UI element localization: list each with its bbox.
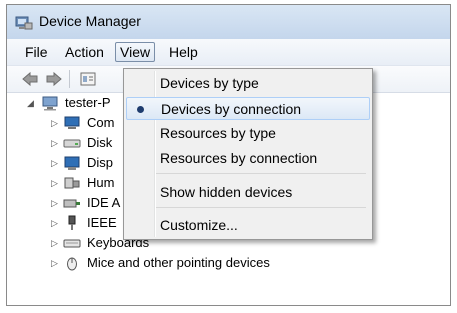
hid-icon [64, 177, 80, 189]
device-manager-window: Device Manager File Action View Help ◢ t… [6, 4, 451, 306]
menu-help[interactable]: Help [165, 43, 202, 61]
collapse-arrow-icon[interactable]: ◢ [27, 93, 34, 113]
title-bar[interactable]: Device Manager [7, 5, 450, 39]
properties-icon[interactable] [79, 70, 97, 88]
expand-arrow-icon[interactable]: ▷ [51, 113, 58, 133]
ide-controller-icon [63, 199, 80, 208]
menu-separator [156, 207, 366, 208]
disk-drive-icon [63, 139, 81, 148]
menu-resources-by-connection[interactable]: Resources by connection [126, 147, 370, 170]
menu-bar: File Action View Help [7, 39, 450, 66]
keyboard-icon [63, 239, 81, 248]
expand-arrow-icon[interactable]: ▷ [51, 133, 58, 153]
window-title: Device Manager [39, 13, 141, 29]
expand-arrow-icon[interactable]: ▷ [51, 213, 58, 233]
computer-icon [42, 96, 58, 111]
computer-icon [64, 116, 80, 129]
toolbar-separator [69, 70, 70, 88]
back-arrow-icon[interactable] [21, 70, 39, 88]
menu-file[interactable]: File [21, 43, 52, 61]
expand-arrow-icon[interactable]: ▷ [51, 153, 58, 173]
radio-selected-icon [137, 106, 144, 113]
tree-root-label: tester-P [65, 95, 111, 110]
expand-arrow-icon[interactable]: ▷ [51, 193, 58, 213]
ieee-1394-icon [68, 215, 76, 230]
forward-arrow-icon[interactable] [45, 70, 63, 88]
expand-arrow-icon[interactable]: ▷ [51, 173, 58, 193]
menu-devices-by-type[interactable]: Devices by type [126, 72, 370, 95]
menu-resources-by-type[interactable]: Resources by type [126, 122, 370, 145]
view-menu-dropdown: Devices by type Devices by connection Re… [123, 68, 373, 240]
menu-devices-by-connection[interactable]: Devices by connection [126, 97, 370, 120]
expand-arrow-icon[interactable]: ▷ [51, 253, 58, 273]
menu-show-hidden-devices[interactable]: Show hidden devices [126, 181, 370, 204]
device-manager-icon [15, 16, 33, 30]
menu-separator [156, 173, 366, 174]
mouse-icon [67, 257, 77, 271]
menu-view[interactable]: View [115, 42, 156, 62]
expand-arrow-icon[interactable]: ▷ [51, 233, 58, 253]
menu-customize[interactable]: Customize... [126, 214, 370, 237]
menu-action[interactable]: Action [61, 43, 108, 61]
display-adapter-icon [64, 156, 80, 170]
